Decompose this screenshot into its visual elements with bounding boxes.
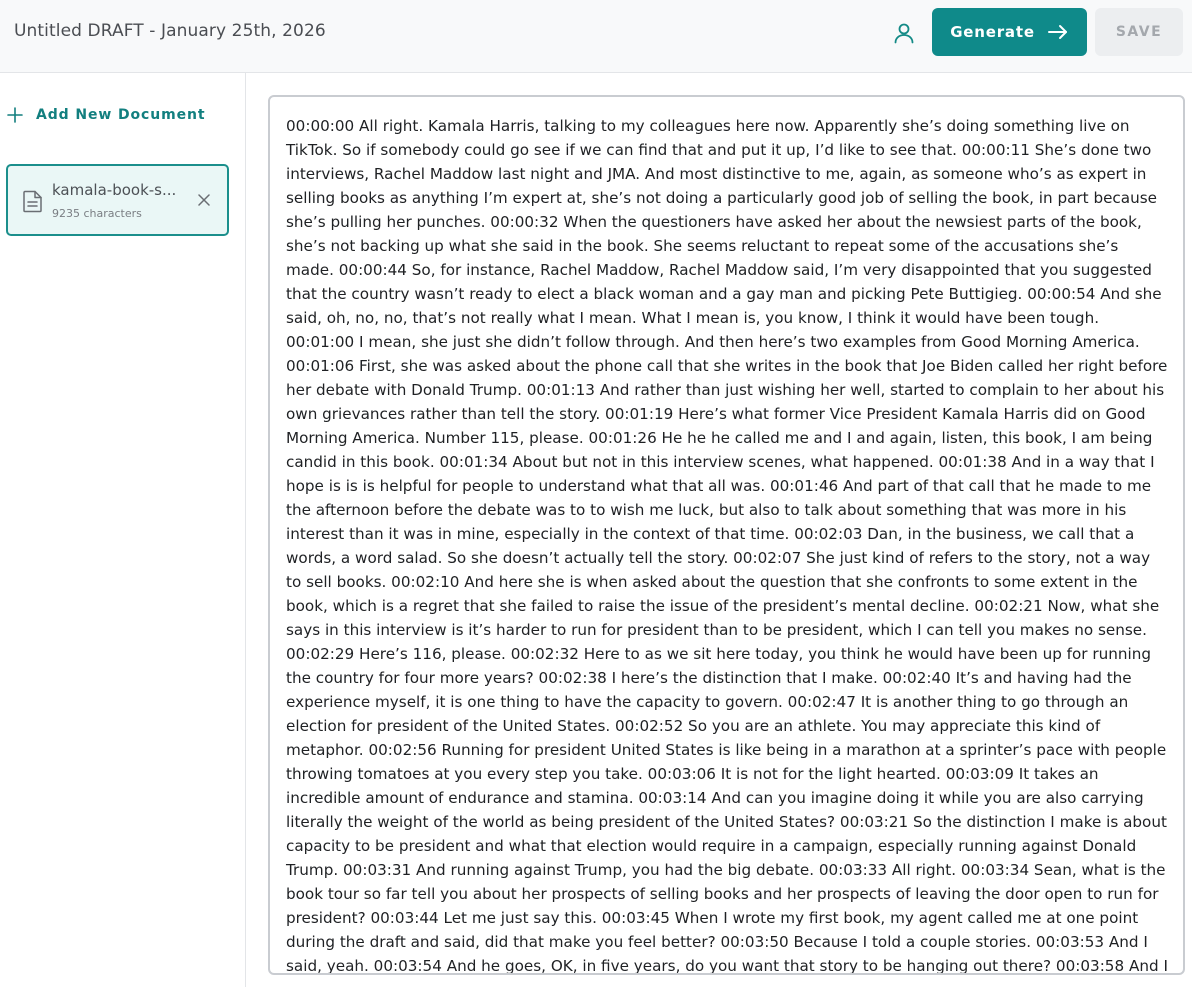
user-icon <box>894 23 914 44</box>
transcript-text[interactable]: 00:00:00 All right. Kamala Harris, talki… <box>286 114 1169 973</box>
document-char-count: 9235 characters <box>52 207 142 220</box>
plus-icon <box>7 107 23 123</box>
document-name: kamala-book-s... <box>52 181 177 199</box>
generate-button[interactable]: Generate <box>932 8 1087 56</box>
arrow-right-icon <box>1047 25 1067 39</box>
save-button[interactable]: SAVE <box>1095 8 1183 56</box>
add-new-document-label: Add New Document <box>36 107 206 123</box>
document-item[interactable]: kamala-book-s... 9235 characters <box>6 164 229 236</box>
draft-title[interactable]: Untitled DRAFT - January 25th, 2026 <box>14 21 326 41</box>
file-text-icon <box>23 190 42 213</box>
app-window: Untitled DRAFT - January 25th, 2026 Gene… <box>0 0 1192 987</box>
top-bar: Untitled DRAFT - January 25th, 2026 Gene… <box>0 0 1192 73</box>
document-sidebar: Add New Document kamala-book-s... 9235 c… <box>0 73 246 987</box>
remove-document-button[interactable] <box>194 190 214 210</box>
add-new-document-button[interactable]: Add New Document <box>7 107 205 123</box>
generate-button-label: Generate <box>950 23 1035 41</box>
user-account-button[interactable] <box>888 17 920 49</box>
close-icon <box>198 194 210 206</box>
transcript-editor[interactable]: 00:00:00 All right. Kamala Harris, talki… <box>268 95 1185 975</box>
